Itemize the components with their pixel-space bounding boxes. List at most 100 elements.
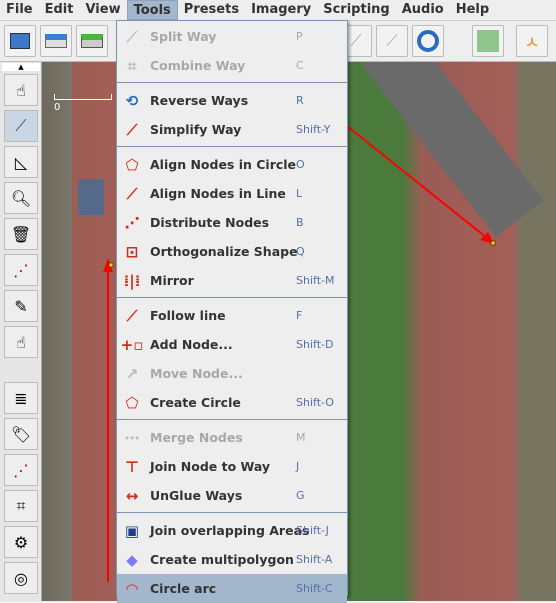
menu-label: Help — [455, 2, 490, 17]
measure-button[interactable]: ◺ — [4, 146, 38, 178]
node — [108, 262, 114, 268]
mode-sidebar: ▲ ☝ ⟋ ◺ 🔍︎ 🗑︎ ⋰ ✎ ☝ ≣ 🏷︎ ⋰ ⌗ ⚙︎ ◎ — [0, 62, 42, 601]
node — [490, 240, 496, 246]
menu-item-move-node[interactable]: ↗ Move Node... — [117, 359, 347, 388]
menu-item-add-node[interactable]: +▫ Add Node... Shift-D — [117, 330, 347, 359]
parallel-mode-button[interactable]: ☝ — [4, 326, 38, 358]
menu-item-reverse-ways[interactable]: ⟲ Reverse Ways R — [117, 86, 347, 115]
menu-label: Audio — [401, 2, 444, 17]
simplify-way-icon: ⟋ — [126, 120, 138, 139]
menu-item-unglue-ways[interactable]: ↔ UnGlue Ways G — [117, 481, 347, 510]
selection-toggle[interactable]: ⋰ — [4, 454, 38, 486]
magnifier-icon: 🔍︎ — [10, 188, 32, 208]
menu-item-shortcut: O — [296, 158, 305, 171]
save-button[interactable] — [40, 25, 72, 57]
folder-icon — [10, 33, 30, 49]
split-way-icon: ⟋ — [350, 31, 362, 50]
download-button[interactable] — [76, 25, 108, 57]
menu-tools[interactable]: Tools — [126, 0, 178, 20]
layers-icon: ≣ — [14, 388, 28, 408]
parallel-icon: ☝ — [16, 332, 26, 352]
menu-item-shortcut: F — [296, 309, 303, 322]
menu-audio[interactable]: Audio — [396, 0, 450, 20]
menu-item-shortcut: C — [296, 59, 304, 72]
combine-way-icon: ⟋ — [386, 31, 398, 50]
tool-icon: ㅅ — [524, 33, 540, 52]
filter-toggle[interactable]: ⚙︎ — [4, 526, 38, 558]
relations-toggle[interactable]: ⌗ — [4, 490, 38, 522]
menu-item-label: Split Way — [150, 29, 217, 44]
menu-label: Scripting — [323, 2, 390, 17]
menu-item-label: Follow line — [150, 308, 226, 323]
menu-label: File — [6, 2, 33, 17]
menu-item-label: Join Node to Way — [150, 459, 271, 474]
menu-item-align-nodes-in-line[interactable]: ⟋ Align Nodes in Line L — [117, 179, 347, 208]
menu-item-shortcut: G — [296, 489, 305, 502]
menu-item-simplify-way[interactable]: ⟋ Simplify Way Shift-Y — [117, 115, 347, 144]
menu-item-mirror[interactable]: ⁞|⁞ Mirror Shift-M — [117, 266, 347, 295]
download-icon — [81, 34, 103, 48]
history-toggle[interactable]: ◎ — [4, 562, 38, 594]
menu-item-follow-line[interactable]: ⟋ Follow line F — [117, 301, 347, 330]
menu-item-align-nodes-in-circle[interactable]: ⬠ Align Nodes in Circle O — [117, 150, 347, 179]
zoom-to-data-button[interactable] — [472, 25, 504, 57]
menu-item-distribute-nodes[interactable]: ⋰ Distribute Nodes B — [117, 208, 347, 237]
combine-way-toolbar-button[interactable]: ⟋ — [376, 25, 408, 57]
multipolygon-icon: ◆ — [126, 550, 138, 569]
pencil-mode-button[interactable]: ✎ — [4, 290, 38, 322]
history-icon: ◎ — [14, 568, 28, 588]
open-file-button[interactable] — [4, 25, 36, 57]
zoom-mode-button[interactable]: 🔍︎ — [4, 182, 38, 214]
menu-item-split-way[interactable]: ⟋ Split Way P — [117, 22, 347, 51]
menu-item-label: UnGlue Ways — [150, 488, 243, 503]
menu-item-create-circle[interactable]: ⬠ Create Circle Shift-O — [117, 388, 347, 417]
combine-way-icon: ⌗ — [127, 56, 137, 75]
menu-item-label: Distribute Nodes — [150, 215, 270, 230]
select-mode-button[interactable]: ☝ — [4, 74, 38, 106]
menu-item-label: Combine Way — [150, 58, 246, 73]
pencil-icon: ✎ — [14, 296, 28, 316]
selection-icon: ⋰ — [13, 460, 29, 480]
tags-toggle[interactable]: 🏷︎ — [4, 418, 38, 450]
triangle-ruler-icon: ◺ — [14, 152, 28, 172]
unglue-ways-icon: ↔ — [125, 486, 139, 505]
menu-item-orthogonalize-shape[interactable]: ⊡ Orthogonalize Shape Q — [117, 237, 347, 266]
menu-label: Tools — [133, 3, 171, 18]
draw-mode-button[interactable]: ⟋ — [4, 110, 38, 142]
menu-item-combine-way[interactable]: ⌗ Combine Way C — [117, 51, 347, 80]
menu-file[interactable]: File — [0, 0, 39, 20]
relation-icon: ⌗ — [16, 496, 26, 515]
sidebar-collapse-button[interactable]: ▲ — [2, 63, 40, 71]
menu-item-label: Merge Nodes — [150, 430, 243, 445]
join-node-way-icon: ⊤ — [125, 457, 139, 476]
reverse-ways-icon: ⟲ — [125, 91, 139, 110]
mirror-icon: ⁞|⁞ — [123, 271, 141, 290]
menu-item-label: Align Nodes in Line — [150, 186, 286, 201]
tool-button[interactable]: ㅅ — [516, 25, 548, 57]
layers-toggle[interactable]: ≣ — [4, 382, 38, 414]
menu-item-shortcut: Shift-A — [296, 553, 333, 566]
menu-imagery[interactable]: Imagery — [245, 0, 317, 20]
menu-item-shortcut: J — [296, 460, 300, 473]
menu-item-circle-arc[interactable]: ◠ Circle arc Shift-C — [117, 574, 347, 603]
merge-nodes-icon: ⋯ — [124, 428, 140, 447]
menu-scripting[interactable]: Scripting — [317, 0, 395, 20]
menu-item-merge-nodes[interactable]: ⋯ Merge Nodes M — [117, 423, 347, 452]
menu-item-shortcut: M — [296, 431, 306, 444]
menu-item-create-multipolygon[interactable]: ◆ Create multipolygon Shift-A — [117, 545, 347, 574]
orthogonalize-icon: ⊡ — [125, 242, 139, 261]
menu-item-shortcut: Shift-M — [296, 274, 335, 287]
menu-edit[interactable]: Edit — [39, 0, 80, 20]
reverse-ways-toolbar-button[interactable] — [412, 25, 444, 57]
menu-item-shortcut: Shift-D — [296, 338, 334, 351]
menu-view[interactable]: View — [79, 0, 126, 20]
save-icon — [45, 34, 67, 48]
menu-help[interactable]: Help — [450, 0, 495, 20]
menu-presets[interactable]: Presets — [178, 0, 245, 20]
delete-mode-button[interactable]: 🗑︎ — [4, 218, 38, 250]
reverse-ways-icon — [417, 30, 439, 52]
improve-way-button[interactable]: ⋰ — [4, 254, 38, 286]
menu-item-join-overlapping-areas[interactable]: ▣ Join overlapping Areas Shift-J — [117, 516, 347, 545]
menu-item-shortcut: Shift-O — [296, 396, 334, 409]
menu-item-join-node-to-way[interactable]: ⊤ Join Node to Way J — [117, 452, 347, 481]
